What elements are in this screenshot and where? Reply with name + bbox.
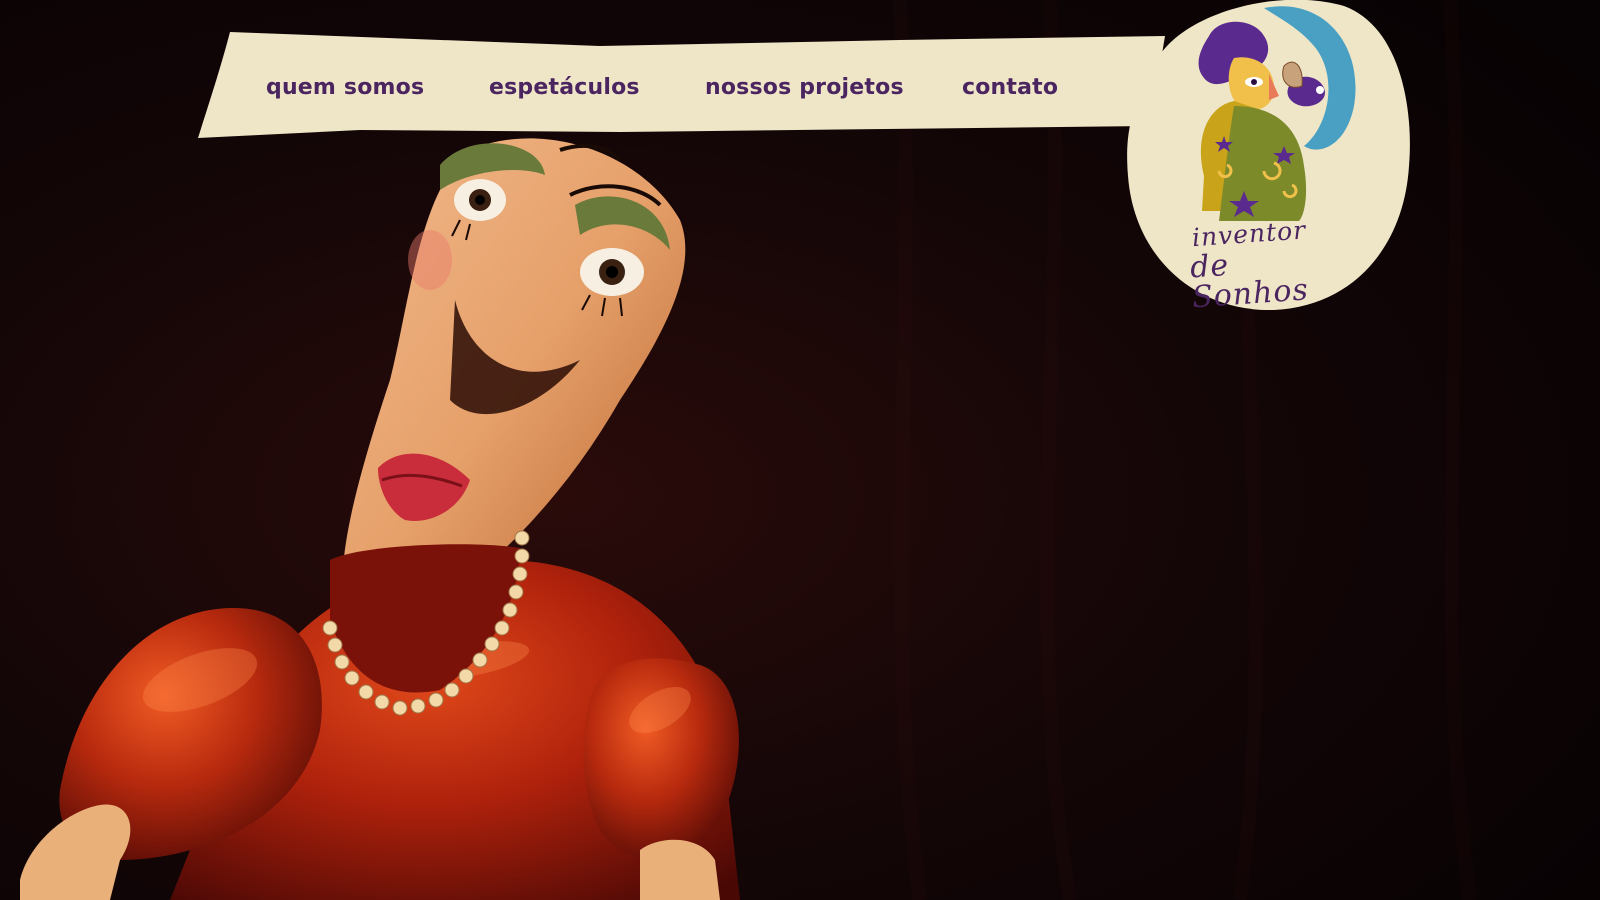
logo-wordmark: inventor de Sonhos [1188, 213, 1347, 316]
site-logo[interactable]: inventor de Sonhos [1124, 0, 1414, 316]
nav-item-nossos-projetos[interactable]: nossos projetos [705, 68, 904, 108]
nav-item-contato[interactable]: contato [962, 68, 1058, 108]
logo-line-2: de Sonhos [1188, 247, 1310, 316]
nav-item-espetaculos[interactable]: espetáculos [489, 68, 640, 108]
nav-item-quem-somos[interactable]: quem somos [266, 68, 424, 108]
